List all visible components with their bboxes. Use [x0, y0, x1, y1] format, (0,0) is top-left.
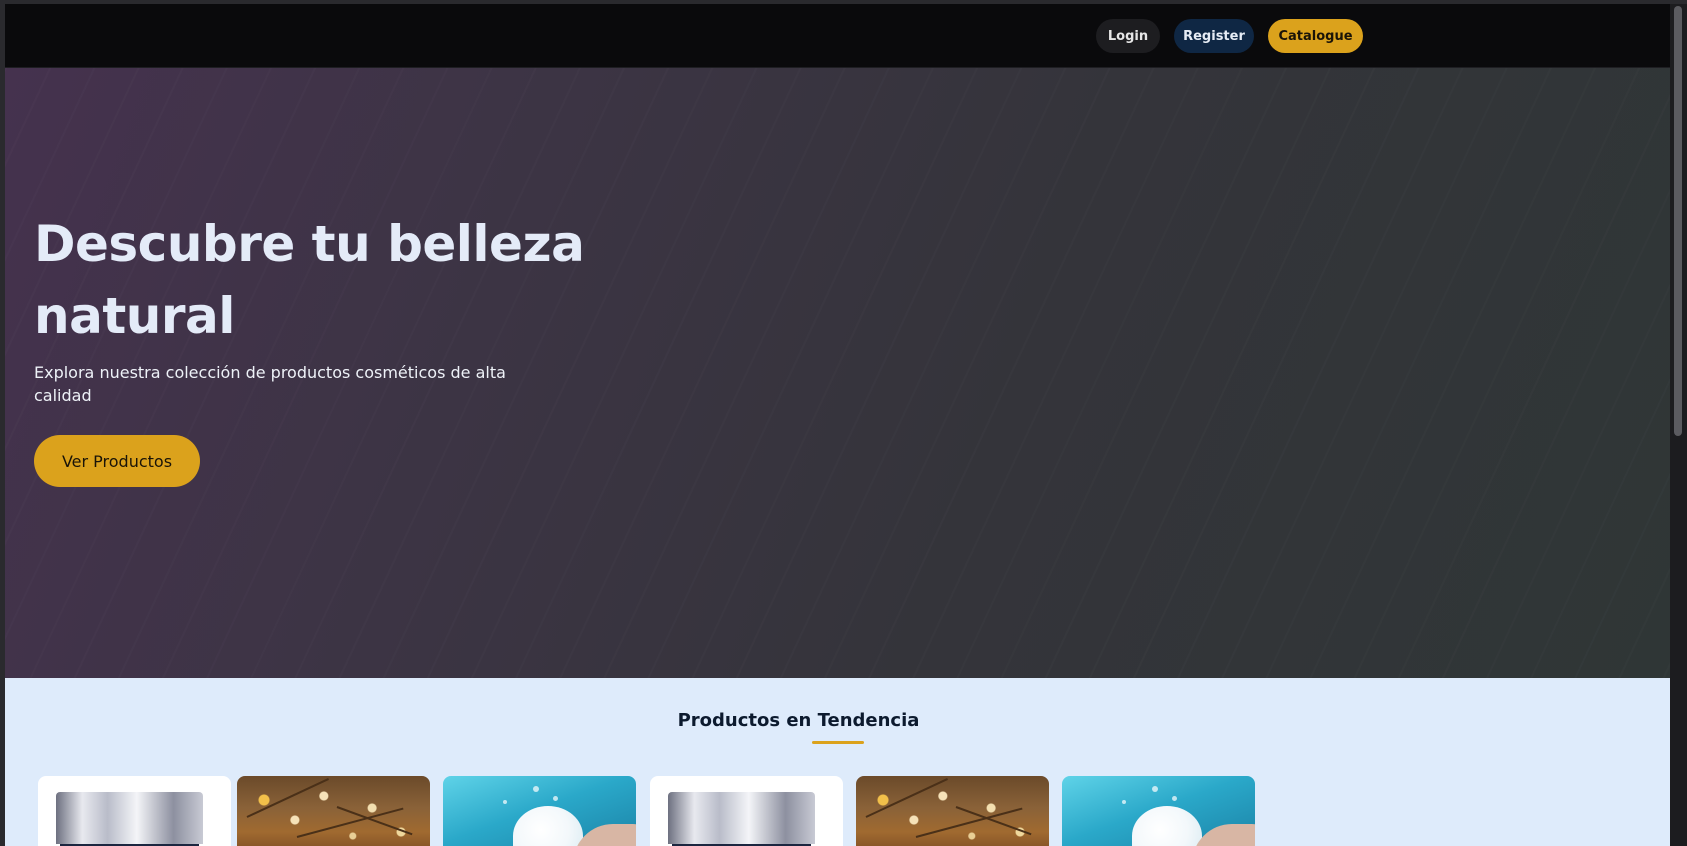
hero-subtitle: Explora nuestra colección de productos c…: [34, 363, 506, 405]
hero-section: Descubre tu belleza natural Explora nues…: [5, 68, 1670, 678]
login-button[interactable]: Login: [1096, 19, 1160, 53]
dried-flowers-image: [237, 776, 430, 846]
hero-title: Descubre tu belleza natural: [34, 215, 585, 345]
cream-jar-image: [38, 776, 231, 846]
product-card[interactable]: [650, 776, 843, 846]
register-button[interactable]: Register: [1174, 19, 1254, 53]
product-card[interactable]: [38, 776, 231, 846]
page-viewport: Login Register Catalogue Descubre tu bel…: [5, 4, 1670, 846]
trending-products-section: Productos en Tendencia: [5, 678, 1670, 846]
vertical-scrollbar[interactable]: [1670, 4, 1687, 846]
cream-jar-image: [650, 776, 843, 846]
scrollbar-thumb[interactable]: [1674, 6, 1682, 436]
navbar: Login Register Catalogue: [5, 4, 1670, 68]
cream-splash-image: [443, 776, 636, 846]
product-card[interactable]: [856, 776, 1049, 846]
view-products-button[interactable]: Ver Productos: [34, 435, 200, 487]
dried-flowers-image: [856, 776, 1049, 846]
product-card[interactable]: [1062, 776, 1255, 846]
catalogue-button[interactable]: Catalogue: [1268, 19, 1363, 53]
section-title: Productos en Tendencia: [677, 710, 920, 731]
cream-splash-image: [1062, 776, 1255, 846]
product-card[interactable]: [443, 776, 636, 846]
product-card[interactable]: [237, 776, 430, 846]
title-underline: [812, 741, 864, 744]
